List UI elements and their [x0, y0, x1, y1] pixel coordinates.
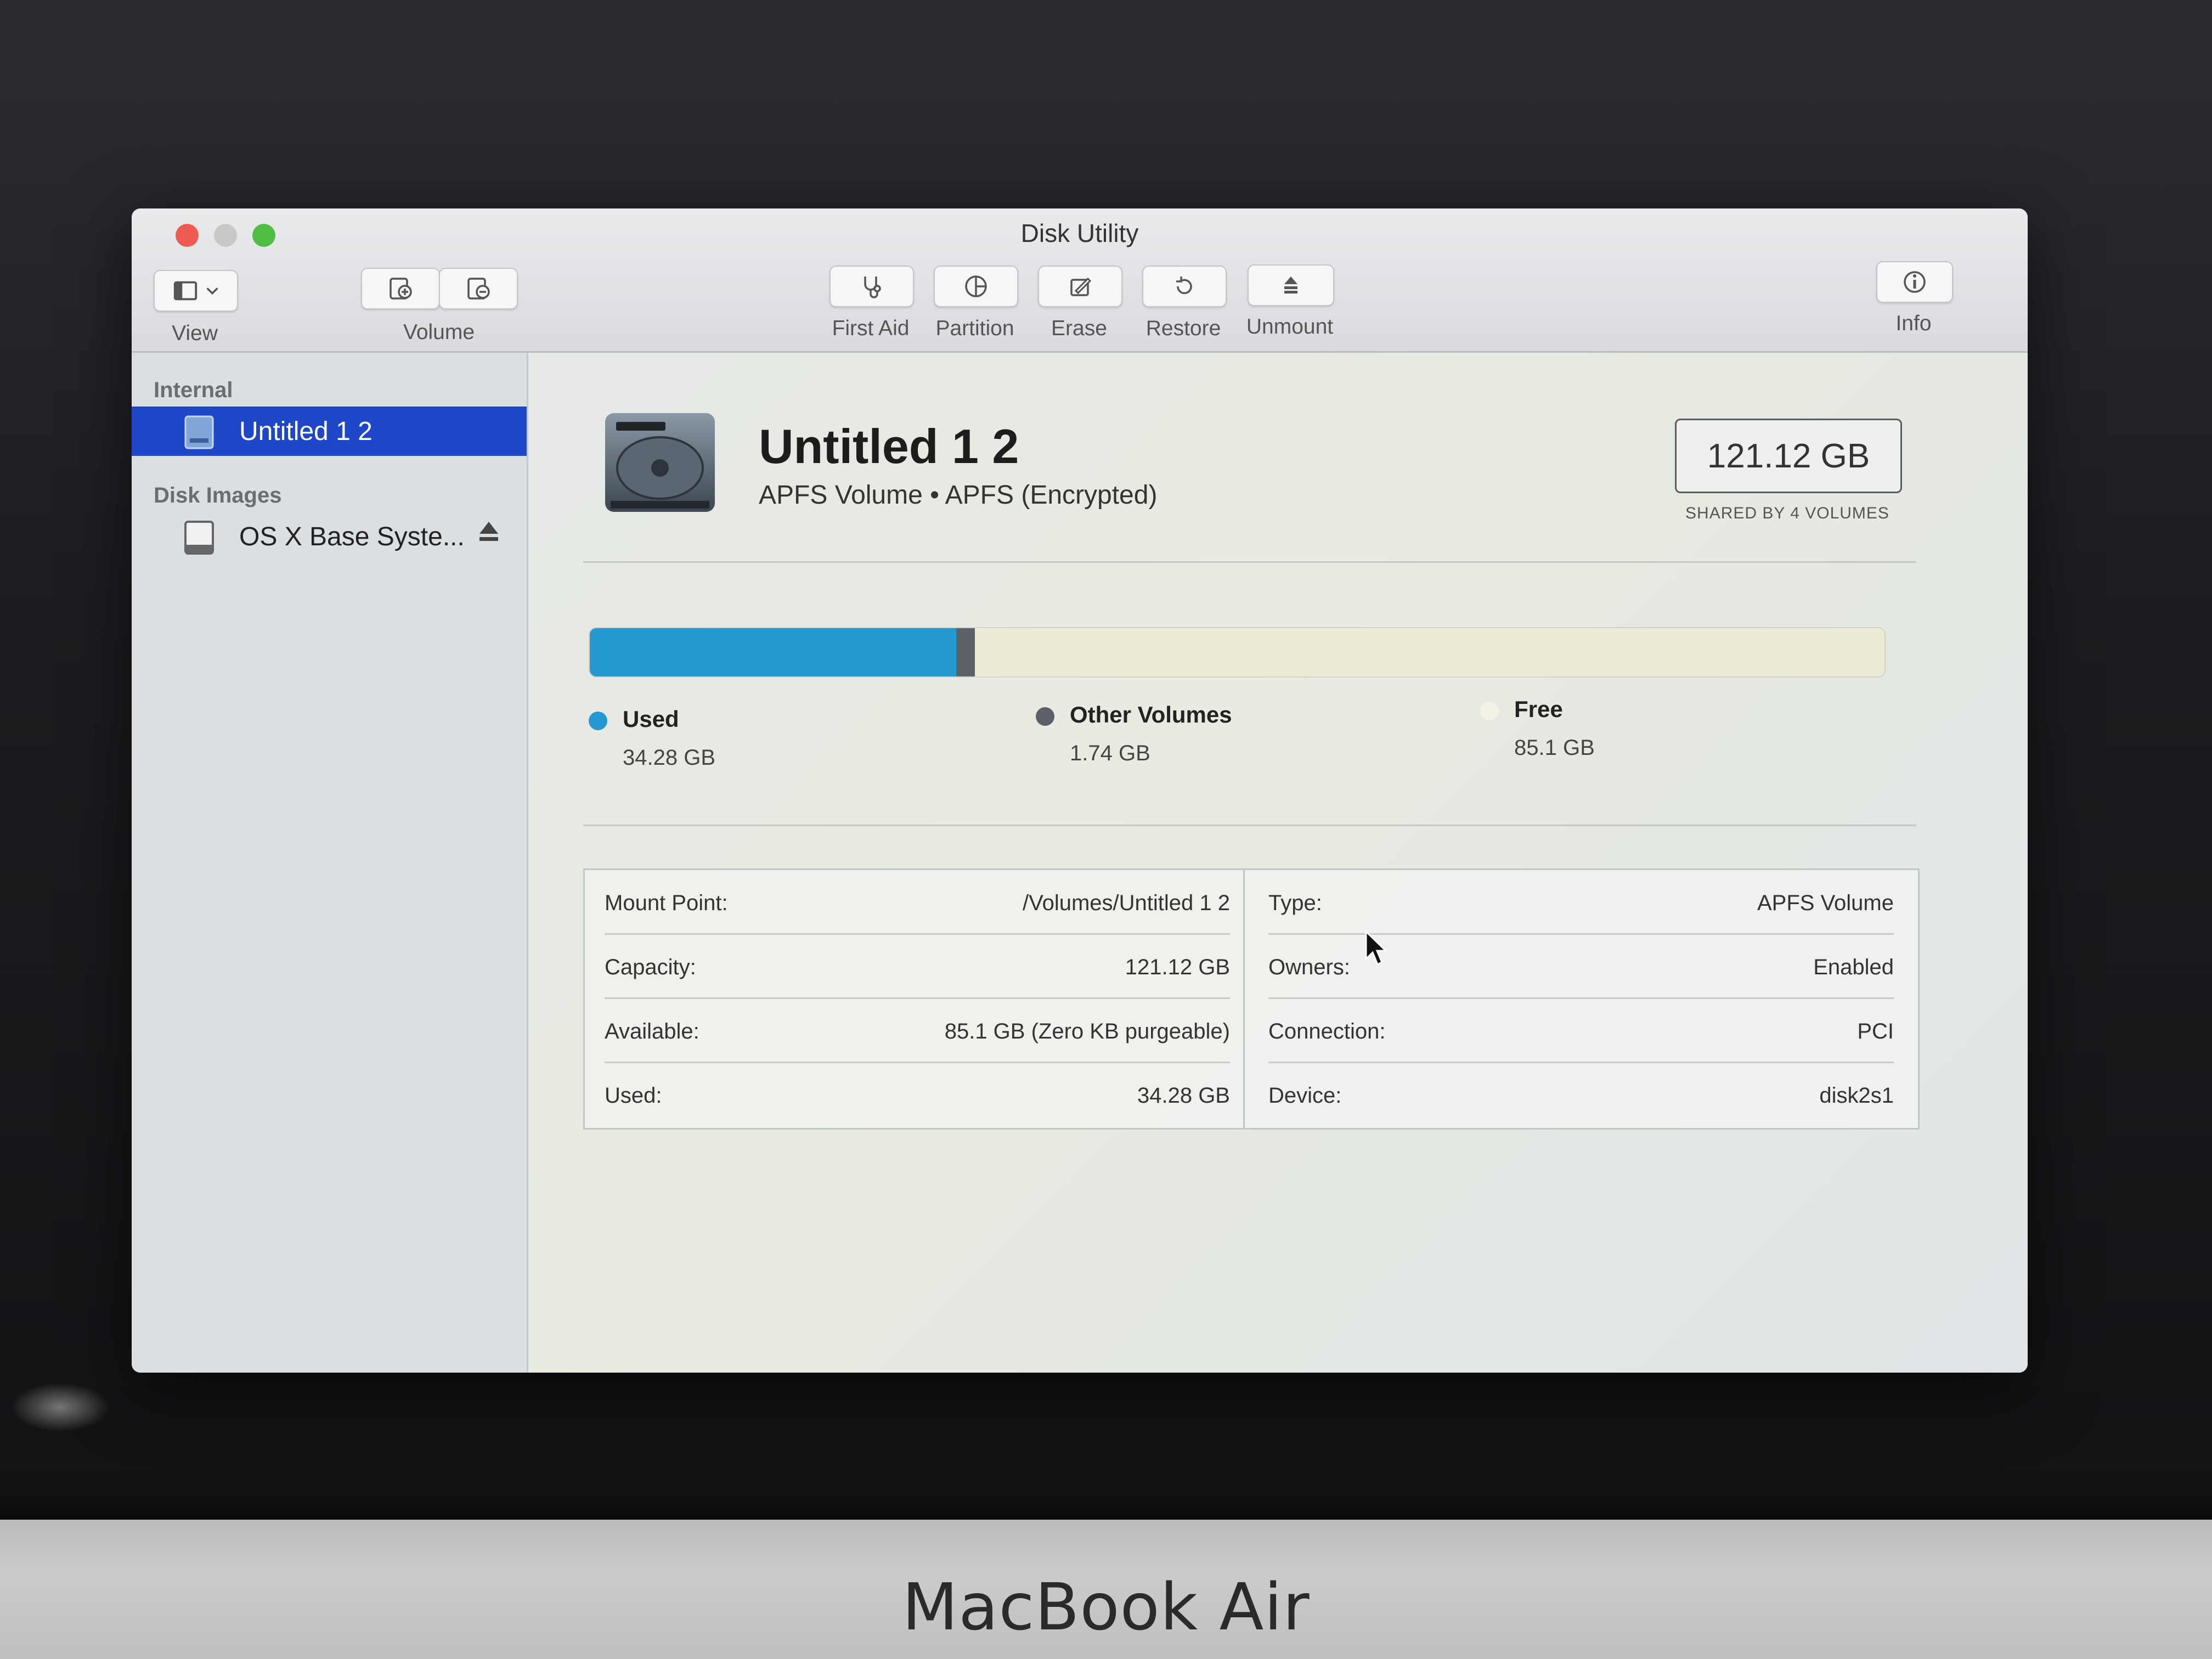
titlebar-toolbar: Disk Utility View Volume First Aid Parti… — [132, 208, 2028, 353]
info-value: disk2s1 — [1819, 1084, 1894, 1108]
sidebar: Internal Untitled 1 2 Disk Images OS X B… — [132, 353, 528, 1373]
info-row-capacity: Capacity: 121.12 GB — [605, 934, 1230, 999]
internal-disk-icon — [184, 415, 214, 449]
first-aid-button[interactable] — [830, 266, 914, 307]
info-row-device: Device: disk2s1 — [1268, 1063, 1894, 1126]
capacity-box: 121.12 GB — [1675, 419, 1902, 493]
view-button[interactable] — [154, 270, 238, 312]
info-key: Used: — [605, 1084, 662, 1108]
add-volume-button[interactable] — [361, 268, 440, 309]
divider — [583, 825, 1916, 826]
stethoscope-icon — [864, 276, 881, 298]
add-volume-icon — [390, 278, 412, 300]
info-label: Info — [1895, 312, 1932, 335]
info-icon — [1904, 271, 1926, 293]
info-column-left: Mount Point: /Volumes/Untitled 1 2 Capac… — [585, 870, 1245, 1128]
info-key: Type: — [1268, 891, 1322, 915]
info-row-connection: Connection: PCI — [1268, 998, 1894, 1063]
legend-value: 1.74 GB — [1070, 741, 1150, 765]
info-key: Connection: — [1268, 1019, 1386, 1043]
disk-image-icon — [184, 521, 214, 555]
legend-name: Free — [1514, 696, 1563, 722]
volume-name: Untitled 1 2 — [759, 419, 1019, 473]
volume-detail-pane: Untitled 1 2 APFS Volume • APFS (Encrypt… — [528, 353, 2028, 1373]
info-key: Available: — [605, 1019, 699, 1043]
sidebar-item-untitled-volume[interactable]: Untitled 1 2 — [132, 407, 527, 456]
view-label: View — [172, 321, 218, 345]
remove-volume-button[interactable] — [439, 268, 518, 309]
restore-button[interactable] — [1142, 266, 1227, 307]
volume-info-table: Mount Point: /Volumes/Untitled 1 2 Capac… — [583, 868, 1920, 1130]
info-row-available: Available: 85.1 GB (Zero KB purgeable) — [605, 998, 1230, 1063]
info-value: APFS Volume — [1757, 891, 1894, 915]
sidebar-toggle-icon — [173, 281, 198, 301]
info-column-right: Type: APFS Volume Owners: Enabled Connec… — [1249, 870, 1918, 1128]
info-row-used: Used: 34.28 GB — [605, 1063, 1230, 1126]
info-value: 121.12 GB — [1125, 955, 1230, 979]
info-value: /Volumes/Untitled 1 2 — [1023, 891, 1230, 915]
other-volumes-legend-dot — [1036, 707, 1054, 726]
unmount-label: Unmount — [1246, 315, 1334, 338]
info-key: Device: — [1268, 1084, 1342, 1108]
sidebar-item-label: OS X Base Syste... — [239, 522, 465, 551]
sidebar-item-disk-image[interactable]: OS X Base Syste... — [132, 512, 527, 561]
used-segment — [590, 628, 956, 676]
info-value: PCI — [1857, 1019, 1894, 1043]
mouse-pointer-icon — [1365, 930, 1388, 966]
disk-utility-window: Disk Utility View Volume First Aid Parti… — [132, 208, 2028, 1373]
info-value: Enabled — [1813, 955, 1894, 979]
sidebar-item-label: Untitled 1 2 — [239, 416, 373, 446]
usage-bar — [589, 627, 1886, 678]
info-row-owners: Owners: Enabled — [1268, 934, 1894, 999]
partition-button[interactable] — [934, 266, 1018, 307]
legend-name: Other Volumes — [1070, 702, 1232, 727]
restore-icon — [1176, 276, 1192, 295]
info-value: 34.28 GB — [1137, 1084, 1230, 1108]
info-key: Capacity: — [605, 955, 696, 979]
window-title: Disk Utility — [1020, 219, 1139, 247]
sidebar-heading-disk-images: Disk Images — [154, 483, 282, 507]
chevron-down-icon — [206, 287, 218, 295]
volume-label: Volume — [403, 320, 475, 344]
legend-name: Used — [623, 706, 679, 732]
divider — [583, 561, 1916, 563]
free-legend-dot — [1480, 702, 1499, 720]
remove-volume-icon — [467, 278, 490, 300]
info-key: Mount Point: — [605, 891, 728, 915]
capacity-caption: SHARED BY 4 VOLUMES — [1685, 504, 1889, 522]
erase-icon — [1070, 277, 1092, 296]
info-row-type: Type: APFS Volume — [1268, 870, 1894, 935]
volume-subtitle: APFS Volume • APFS (Encrypted) — [759, 481, 1158, 510]
info-row-mount-point: Mount Point: /Volumes/Untitled 1 2 — [605, 870, 1230, 935]
hard-disk-icon — [605, 413, 715, 512]
info-value: 85.1 GB (Zero KB purgeable) — [944, 1019, 1230, 1043]
unmount-button[interactable] — [1248, 264, 1334, 306]
unmount-icon — [1284, 276, 1297, 294]
other-volumes-segment — [956, 628, 975, 676]
used-legend-dot — [589, 712, 607, 730]
eject-icon[interactable] — [476, 518, 501, 545]
sidebar-heading-internal: Internal — [154, 378, 233, 402]
light-glare — [11, 1383, 110, 1432]
info-button[interactable] — [1876, 261, 1953, 303]
erase-button[interactable] — [1038, 266, 1122, 307]
legend-value: 34.28 GB — [623, 746, 716, 770]
legend-value: 85.1 GB — [1514, 736, 1595, 760]
info-key: Owners: — [1268, 955, 1350, 979]
device-brand-label: MacBook Air — [902, 1569, 1310, 1645]
partition-icon — [965, 275, 987, 297]
